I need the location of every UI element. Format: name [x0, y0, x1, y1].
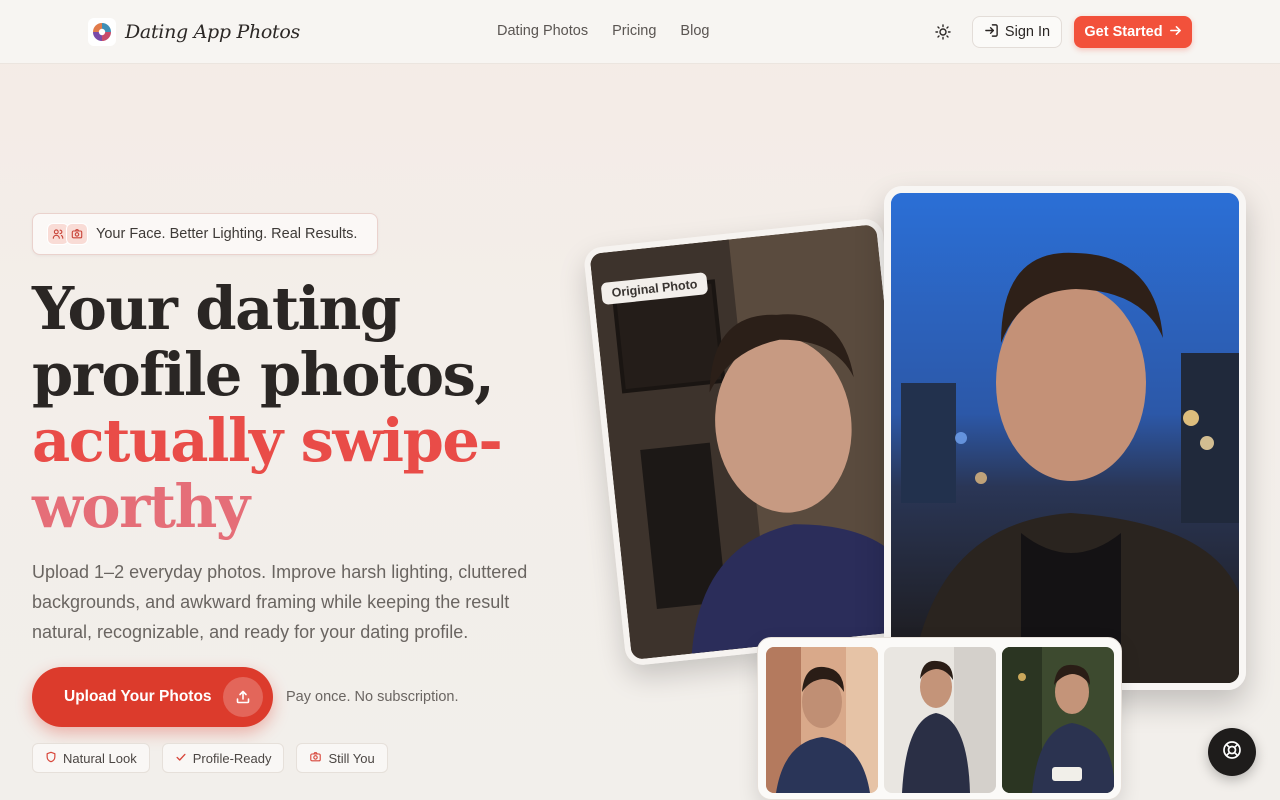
tagline-pill: Your Face. Better Lighting. Real Results… [32, 213, 378, 255]
nav-pricing[interactable]: Pricing [612, 23, 656, 39]
main-nav: Dating Photos Pricing Blog [497, 23, 709, 39]
chip-label: Natural Look [63, 750, 137, 766]
chip-label: Still You [328, 750, 375, 766]
sign-in-icon [984, 23, 999, 42]
aperture-logo-icon [88, 18, 116, 46]
nav-dating-photos[interactable]: Dating Photos [497, 23, 588, 39]
chip-label: Profile-Ready [192, 750, 272, 766]
upload-icon [223, 677, 263, 717]
chip-still-you: Still You [296, 743, 388, 773]
sun-icon[interactable] [932, 21, 954, 43]
help-button[interactable] [1208, 728, 1256, 776]
feature-chips: Natural Look Profile-Ready Still You [32, 743, 388, 773]
get-started-label: Get Started [1084, 24, 1163, 40]
pill-icon-group [47, 223, 88, 245]
chip-profile-ready: Profile-Ready [161, 743, 285, 773]
tagline-text: Your Face. Better Lighting. Real Results… [96, 226, 358, 242]
thumbnail-cafe[interactable] [1002, 647, 1114, 793]
nav-blog[interactable]: Blog [680, 23, 709, 39]
headline-line-4: worthy [32, 472, 250, 541]
headline-line-1: Your dating [32, 274, 401, 343]
camera-icon [66, 223, 88, 245]
brand-logo[interactable]: Dating App Photos [88, 18, 300, 46]
result-thumbnails [757, 637, 1122, 800]
upload-label: Upload Your Photos [64, 688, 212, 705]
pay-note: Pay once. No subscription. [286, 689, 459, 705]
sign-in-label: Sign In [1004, 24, 1051, 40]
headline-line-2: profile photos, [32, 340, 495, 409]
shield-icon [45, 751, 57, 766]
lifebuoy-icon [1222, 740, 1242, 765]
sign-in-button[interactable]: Sign In [972, 16, 1062, 48]
check-icon [175, 751, 187, 766]
headline-line-3: actually swipe- [32, 406, 503, 475]
original-photo: Original Photo [582, 217, 926, 667]
thumbnail-street[interactable] [766, 647, 878, 793]
hero-subtext: Upload 1–2 everyday photos. Improve hars… [32, 562, 528, 642]
top-nav: Dating App Photos Dating Photos Pricing … [0, 0, 1280, 64]
chip-natural-look: Natural Look [32, 743, 150, 773]
hero-headline: Your dating profile photos, actually swi… [32, 276, 592, 540]
thumbnail-hallway[interactable] [884, 647, 996, 793]
get-started-button[interactable]: Get Started [1074, 16, 1192, 48]
enhanced-photo [884, 186, 1246, 690]
upload-photos-button[interactable]: Upload Your Photos [32, 667, 273, 727]
brand-name: Dating App Photos [125, 21, 300, 43]
camera-icon [309, 751, 322, 766]
arrow-right-icon [1169, 24, 1182, 41]
